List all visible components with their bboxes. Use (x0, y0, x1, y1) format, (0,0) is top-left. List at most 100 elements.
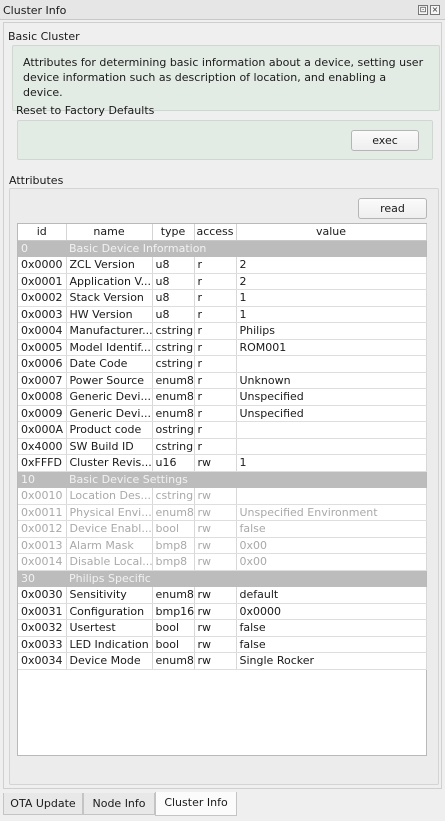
cell-id: 0x0009 (18, 405, 67, 422)
cell-name: Usertest (66, 619, 153, 637)
cell-access: r (194, 438, 237, 455)
column-header-id[interactable]: id (18, 224, 67, 241)
cell-type: cstring (152, 487, 195, 505)
table-row[interactable]: 0x0033 LED Indication bool rw false (18, 636, 427, 653)
cell-name: HW Version (66, 306, 153, 323)
reset-heading: Reset to Factory Defaults (16, 104, 155, 117)
table-row[interactable]: 0x0011 Physical Envi... enum8 rw Unspecified… (18, 504, 427, 521)
exec-button[interactable]: exec (351, 130, 419, 151)
cell-value: false (236, 636, 427, 653)
table-row[interactable]: 0x0005 Model Identif... cstring r ROM001 (18, 339, 427, 356)
cell-value (236, 355, 427, 373)
table-row[interactable]: 0x0010 Location Des... cstring rw (18, 487, 427, 505)
table-row[interactable]: 0x0002 Stack Version u8 r 1 (18, 289, 427, 307)
cell-id: 0x0034 (18, 652, 67, 670)
cell-type: bmp16 (152, 603, 195, 620)
column-header-name[interactable]: name (66, 224, 153, 241)
cell-type: u8 (152, 306, 195, 323)
cell-access: r (194, 339, 237, 356)
cell-value: 2 (236, 273, 427, 290)
cell-type: bmp8 (152, 537, 195, 554)
tab-ota-update[interactable]: OTA Update (3, 793, 83, 815)
cell-type: enum8 (152, 504, 195, 521)
column-header-type[interactable]: type (152, 224, 195, 241)
cell-name: Alarm Mask (66, 537, 153, 554)
cell-type: bmp8 (152, 553, 195, 571)
table-row[interactable]: 0x0001 Application V... u8 r 2 (18, 273, 427, 290)
group-name-cell: Basic Device Information (66, 240, 426, 257)
close-icon[interactable]: × (430, 5, 440, 15)
table-row[interactable]: 0x0013 Alarm Mask bmp8 rw 0x00 (18, 537, 427, 554)
cell-name: Generic Devi... (66, 388, 153, 406)
cell-id: 0x0032 (18, 619, 67, 637)
table-row[interactable]: 0x0012 Device Enabl... bool rw false (18, 520, 427, 538)
cell-value: false (236, 619, 427, 637)
cell-access: r (194, 355, 237, 373)
cell-name: Model Identif... (66, 339, 153, 356)
cell-name: Product code (66, 421, 153, 439)
cell-value: default (236, 586, 427, 604)
cell-value: 1 (236, 454, 427, 472)
table-row[interactable]: 0xFFFD Cluster Revis... u16 rw 1 (18, 454, 427, 472)
table-row[interactable]: 0x0014 Disable Local... bmp8 rw 0x00 (18, 553, 427, 571)
group-header-row[interactable]: 10 Basic Device Settings (18, 471, 426, 488)
cell-name: Cluster Revis... (66, 454, 153, 472)
cell-access: rw (194, 504, 237, 521)
cell-value: 1 (236, 289, 427, 307)
table-row[interactable]: 0x000A Product code ostring r (18, 421, 427, 439)
table-row[interactable]: 0x0031 Configuration bmp16 rw 0x0000 (18, 603, 427, 620)
cell-access: rw (194, 487, 237, 505)
cell-value (236, 421, 427, 439)
float-icon[interactable]: ⊡ (418, 5, 428, 15)
cell-type: bool (152, 520, 195, 538)
column-header-access[interactable]: access (194, 224, 237, 241)
basic-cluster-heading: Basic Cluster (8, 30, 80, 43)
table-row[interactable]: 0x0009 Generic Devi... enum8 r Unspecified (18, 405, 427, 422)
cell-id: 0x0014 (18, 553, 67, 571)
attributes-table[interactable]: id name type access value 0 Basic Device … (17, 223, 427, 756)
table-row[interactable]: 0x0006 Date Code cstring r (18, 355, 427, 373)
cell-type: enum8 (152, 586, 195, 604)
cell-value: false (236, 520, 427, 538)
cell-type: u8 (152, 256, 195, 274)
cell-id: 0x0007 (18, 372, 67, 389)
tab-cluster-info[interactable]: Cluster Info (155, 792, 237, 816)
table-row[interactable]: 0x4000 SW Build ID cstring r (18, 438, 427, 455)
cell-value: 2 (236, 256, 427, 274)
cell-access: rw (194, 636, 237, 653)
table-row[interactable]: 0x0034 Device Mode enum8 rw Single Rocker (18, 652, 427, 670)
cell-value: ROM001 (236, 339, 427, 356)
cell-type: bool (152, 636, 195, 653)
bottom-tab-bar: OTA Update Node Info Cluster Info (3, 792, 442, 816)
table-row[interactable]: 0x0000 ZCL Version u8 r 2 (18, 256, 427, 274)
group-header-row[interactable]: 30 Philips Specific (18, 570, 426, 587)
column-header-value[interactable]: value (236, 224, 427, 241)
group-id-cell: 30 (18, 570, 66, 587)
table-row[interactable]: 0x0030 Sensitivity enum8 rw default (18, 586, 427, 604)
table-row[interactable]: 0x0003 HW Version u8 r 1 (18, 306, 427, 323)
cell-name: Generic Devi... (66, 405, 153, 422)
cell-id: 0x0013 (18, 537, 67, 554)
cell-id: 0x0005 (18, 339, 67, 356)
cell-name: Date Code (66, 355, 153, 373)
cell-name: Device Mode (66, 652, 153, 670)
cell-access: rw (194, 454, 237, 472)
cell-type: enum8 (152, 405, 195, 422)
panel-title: Cluster Info (3, 4, 67, 17)
cell-name: ZCL Version (66, 256, 153, 274)
cell-id: 0x0030 (18, 586, 67, 604)
tab-node-info[interactable]: Node Info (83, 793, 155, 815)
cell-name: Disable Local... (66, 553, 153, 571)
table-row[interactable]: 0x0004 Manufacturer... cstring r Philips (18, 322, 427, 340)
read-button[interactable]: read (358, 198, 427, 219)
cell-type: u16 (152, 454, 195, 472)
attributes-heading: Attributes (9, 174, 64, 187)
table-row[interactable]: 0x0007 Power Source enum8 r Unknown (18, 372, 427, 389)
cluster-description: Attributes for determining basic informa… (12, 45, 440, 111)
table-row[interactable]: 0x0008 Generic Devi... enum8 r Unspecified (18, 388, 427, 406)
attributes-table-body: 0 Basic Device Information 0x0000 ZCL Versi… (18, 240, 427, 670)
group-header-row[interactable]: 0 Basic Device Information (18, 240, 426, 257)
table-row[interactable]: 0x0032 Usertest bool rw false (18, 619, 427, 637)
cell-name: Configuration (66, 603, 153, 620)
cell-id: 0xFFFD (18, 454, 67, 472)
